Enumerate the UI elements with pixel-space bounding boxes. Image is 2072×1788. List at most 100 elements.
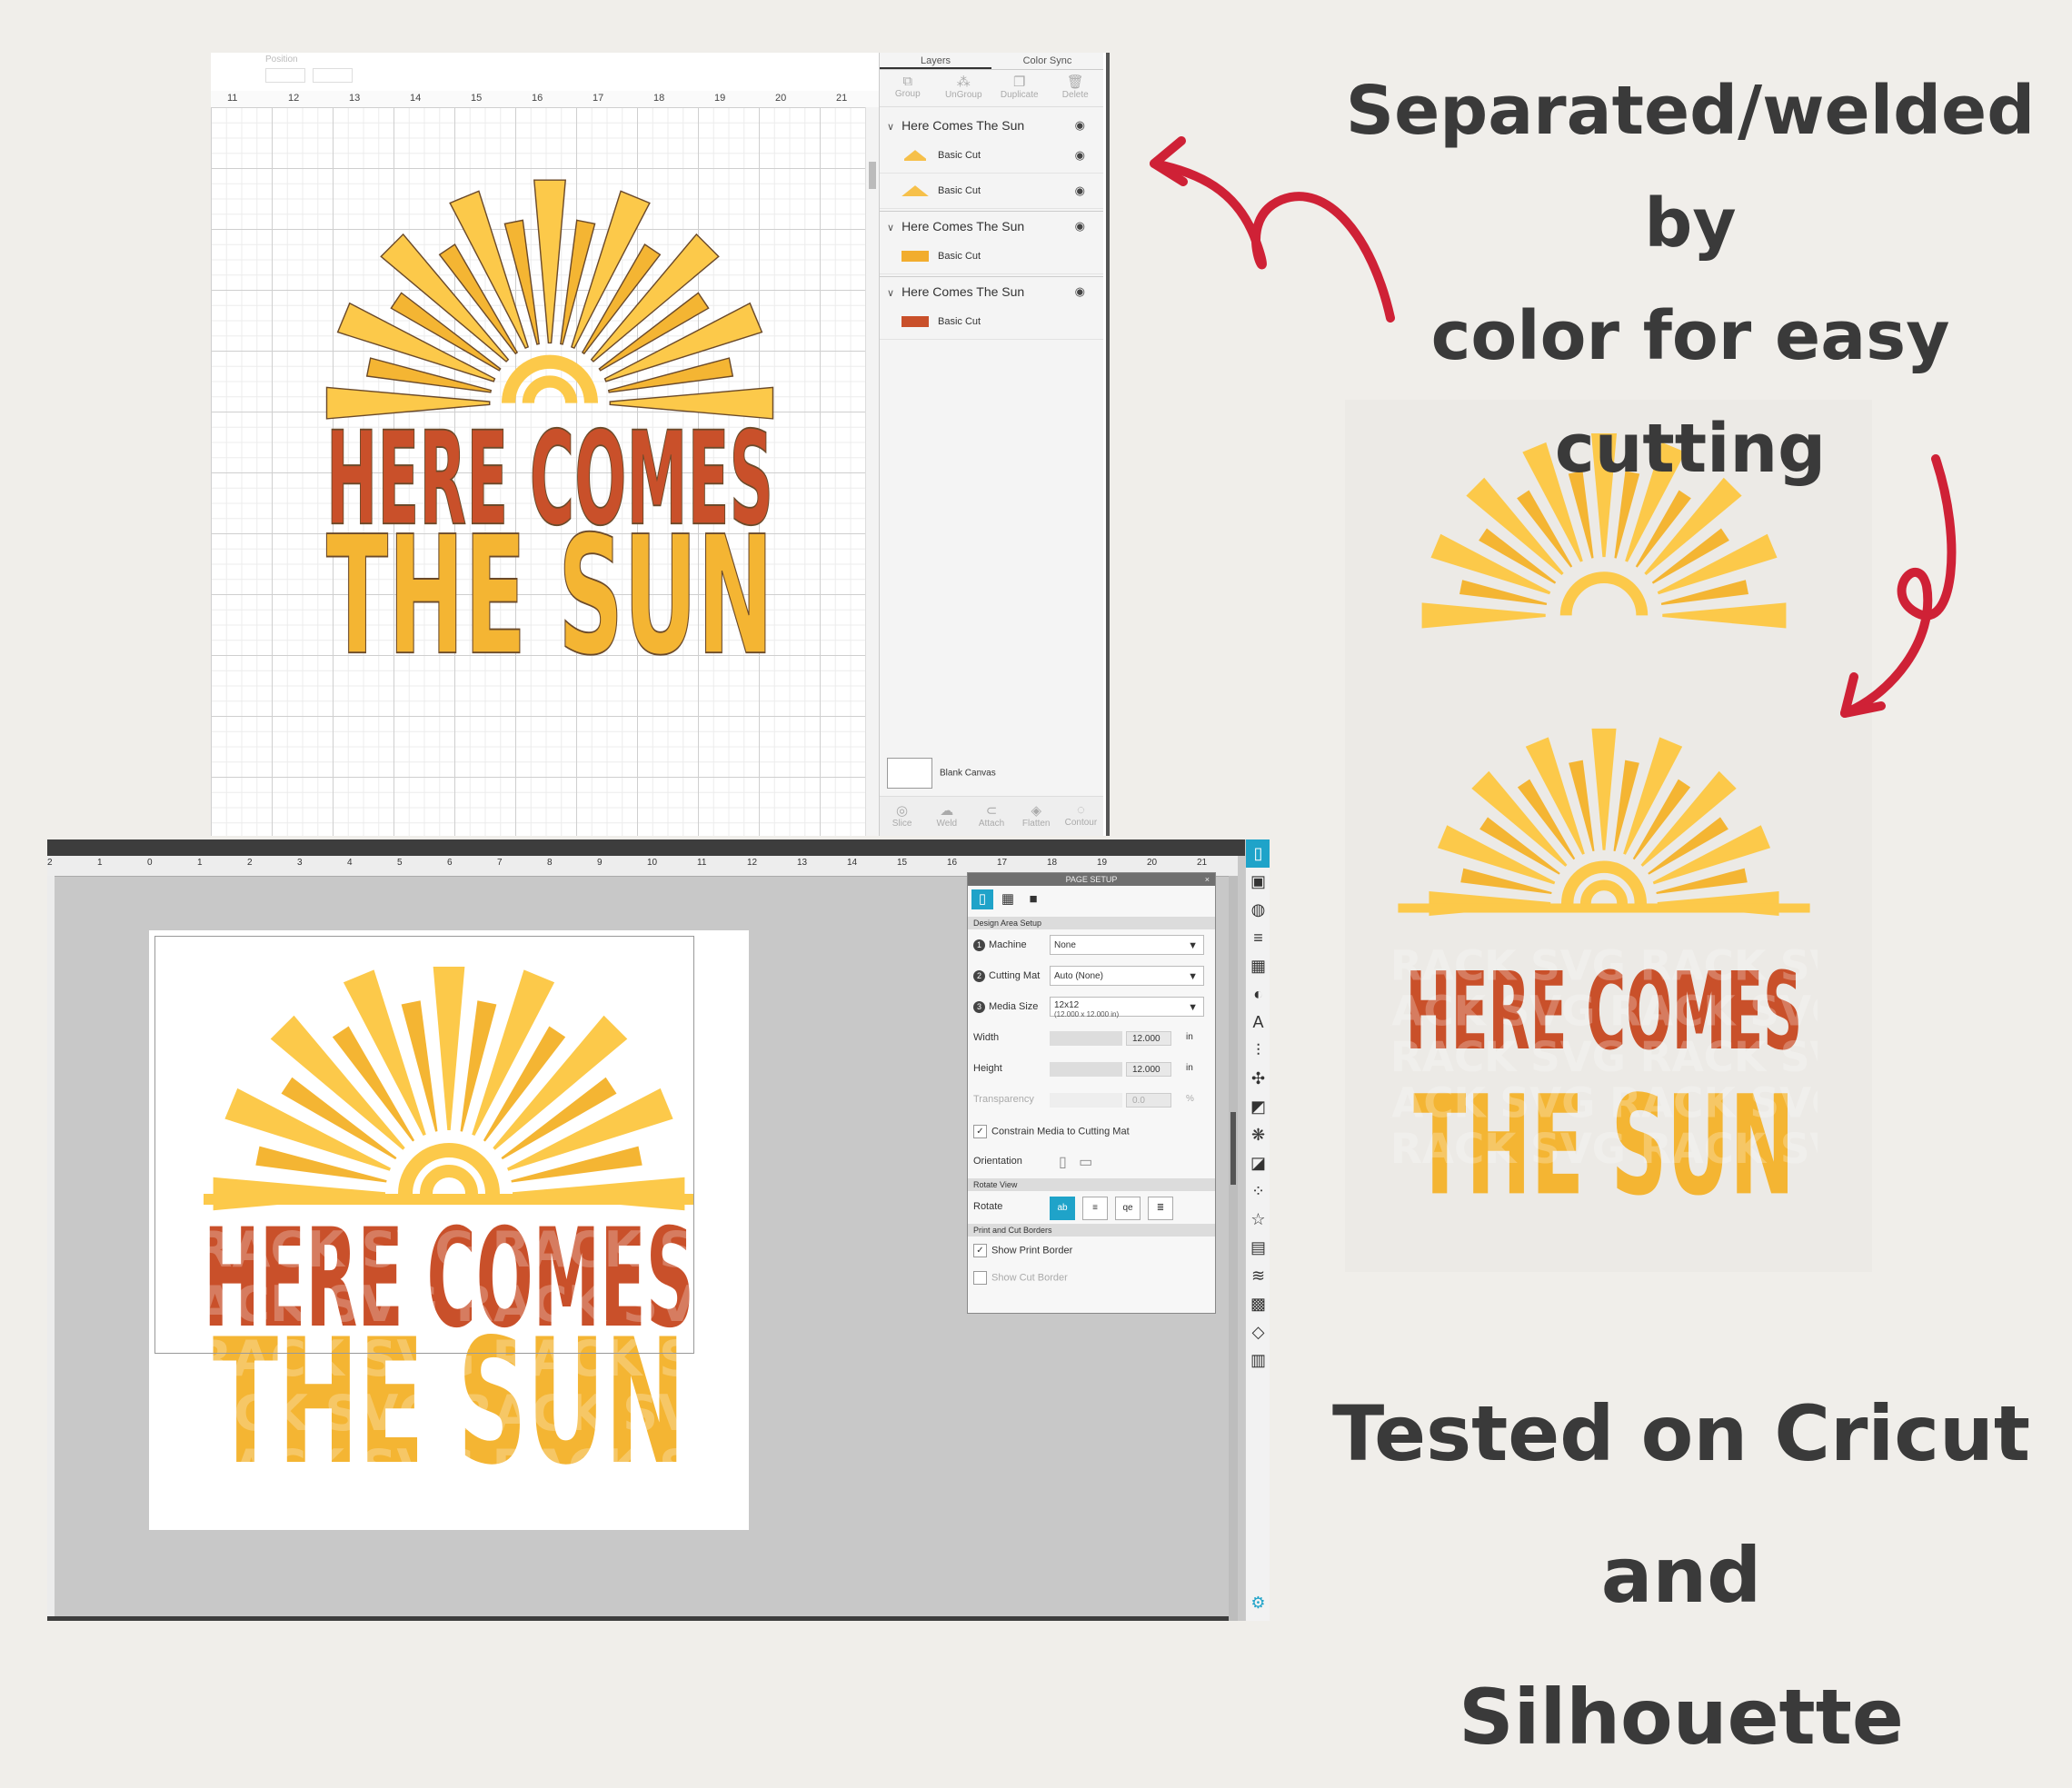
transparency-slider[interactable] bbox=[1050, 1093, 1122, 1108]
constrain-row: ✓ Constrain Media to Cutting Mat bbox=[968, 1115, 1215, 1146]
preview-separated-design: HERE COMESTHE SUNRACK SVG RACK SVG RACK … bbox=[1390, 728, 1818, 1226]
cricut-vertical-scrollbar[interactable] bbox=[865, 107, 879, 836]
3d-icon[interactable]: ◇ bbox=[1246, 1318, 1270, 1346]
layer-group[interactable]: ∨ Here Comes The Sun ◉ bbox=[880, 214, 1103, 239]
scroll-thumb[interactable] bbox=[869, 162, 876, 189]
image-icon[interactable]: ▣ bbox=[1246, 868, 1270, 896]
background-tab-icon[interactable]: ■ bbox=[1022, 889, 1044, 909]
sketch-icon[interactable]: ≋ bbox=[1246, 1262, 1270, 1290]
nest-icon[interactable]: ▩ bbox=[1246, 1290, 1270, 1318]
rotate-90-button[interactable]: ≡ bbox=[1082, 1197, 1108, 1220]
text-icon[interactable]: A bbox=[1246, 1008, 1270, 1037]
modify-icon[interactable]: ◩ bbox=[1246, 1093, 1270, 1121]
page-tab-icon[interactable]: ▯ bbox=[971, 889, 993, 909]
width-slider[interactable] bbox=[1050, 1031, 1122, 1046]
slice-button[interactable]: ◎ Slice bbox=[880, 797, 924, 836]
chevron-down-icon[interactable]: ∨ bbox=[887, 122, 894, 133]
sun-arc bbox=[1559, 571, 1649, 616]
page-setup-tabs: ▯ ▦ ■ bbox=[968, 886, 1215, 915]
transparency-row: Transparency 0.0% bbox=[968, 1084, 1215, 1115]
height-input[interactable]: 12.000 bbox=[1126, 1062, 1171, 1077]
align-icon[interactable]: ⫶ bbox=[1246, 1037, 1270, 1065]
tab-layers[interactable]: Layers bbox=[880, 53, 991, 69]
print-border-row: ✓ Show Print Border bbox=[968, 1237, 1215, 1264]
cut-border-row: Show Cut Border bbox=[968, 1264, 1215, 1291]
eye-icon[interactable]: ◉ bbox=[1075, 113, 1085, 138]
width-input[interactable]: 12.000 bbox=[1126, 1031, 1171, 1046]
landscape-icon[interactable]: ▭ bbox=[1079, 1155, 1092, 1170]
gear-icon[interactable]: ⚙ bbox=[1246, 1589, 1270, 1617]
offset-icon[interactable]: ◪ bbox=[1246, 1149, 1270, 1177]
sun-arc bbox=[1579, 879, 1629, 904]
ruler-tick: 10 bbox=[647, 858, 658, 868]
position-x-input[interactable] bbox=[265, 68, 305, 83]
trace-icon[interactable]: ⁘ bbox=[1246, 1177, 1270, 1206]
palette-icon[interactable]: ◍ bbox=[1246, 896, 1270, 924]
media-size-row: 3 Media Size 12x12 (12.000 x 12.000 in) ▼ bbox=[968, 991, 1215, 1022]
ruler-tick: 16 bbox=[532, 93, 543, 104]
contour-button[interactable]: ◌ Contour bbox=[1059, 797, 1103, 836]
watermark-text: RACK SVG RACK SVG RACK SVG bbox=[1390, 1033, 1818, 1081]
media-size-select[interactable]: 12x12 (12.000 x 12.000 in) ▼ bbox=[1050, 997, 1204, 1018]
cricut-screenshot: Position 11 12 13 14 15 16 17 18 19 20 21 HERE COM… bbox=[211, 53, 1110, 836]
star-icon[interactable]: ☆ bbox=[1246, 1206, 1270, 1234]
transform-icon[interactable]: ✣ bbox=[1246, 1065, 1270, 1093]
eye-icon[interactable]: ◉ bbox=[1075, 279, 1085, 304]
attach-button[interactable]: ⊂ Attach bbox=[969, 797, 1013, 836]
eye-icon[interactable]: ◉ bbox=[1075, 174, 1085, 208]
rotate-0-button[interactable]: ab bbox=[1050, 1197, 1075, 1220]
eye-icon[interactable]: ◉ bbox=[1075, 138, 1085, 173]
print-border-checkbox[interactable]: ✓ bbox=[973, 1244, 987, 1257]
rotate-270-button[interactable]: ≣ bbox=[1148, 1197, 1173, 1220]
flatten-button[interactable]: ◈ Flatten bbox=[1014, 797, 1059, 836]
layer-group[interactable]: ∨ Here Comes The Sun ◉ bbox=[880, 279, 1103, 304]
contrast-icon[interactable]: ◐ bbox=[1246, 980, 1270, 1008]
height-slider[interactable] bbox=[1050, 1062, 1122, 1077]
constrain-checkbox[interactable]: ✓ bbox=[973, 1125, 987, 1138]
tab-color-sync[interactable]: Color Sync bbox=[991, 53, 1103, 69]
line-style-icon[interactable]: ≡ bbox=[1246, 924, 1270, 952]
layers-icon[interactable]: ▤ bbox=[1246, 1234, 1270, 1262]
eye-icon[interactable]: ◉ bbox=[1075, 214, 1085, 239]
replicate-icon[interactable]: ❋ bbox=[1246, 1121, 1270, 1149]
close-icon[interactable]: × bbox=[1205, 873, 1210, 886]
sun-ray bbox=[1613, 760, 1639, 852]
silhouette-vertical-scrollbar[interactable] bbox=[1229, 876, 1238, 1621]
layer-item[interactable]: Basic Cut ◉ bbox=[880, 138, 1103, 174]
machine-select[interactable]: None ▼ bbox=[1050, 935, 1204, 955]
weld-button[interactable]: ☁ Weld bbox=[924, 797, 969, 836]
transparency-input[interactable]: 0.0 bbox=[1126, 1093, 1171, 1108]
duplicate-button[interactable]: ❐ Duplicate bbox=[991, 70, 1048, 106]
cutting-mat-row: 2 Cutting Mat Auto (None) ▼ bbox=[968, 960, 1215, 991]
delete-button[interactable]: 🗑 Delete bbox=[1048, 70, 1104, 106]
page-setup-icon[interactable]: ▯ bbox=[1246, 839, 1270, 868]
layer-group[interactable]: ∨ Here Comes The Sun ◉ bbox=[880, 113, 1103, 138]
group-button[interactable]: ⧉ Group bbox=[880, 70, 936, 106]
cutting-mat-select[interactable]: Auto (None) ▼ bbox=[1050, 966, 1204, 986]
ungroup-button[interactable]: ⁂ UnGroup bbox=[936, 70, 992, 106]
chevron-down-icon[interactable]: ∨ bbox=[887, 288, 894, 299]
cut-border-checkbox[interactable] bbox=[973, 1271, 987, 1285]
ruler-tick: 21 bbox=[836, 93, 848, 104]
portrait-icon[interactable]: ▯ bbox=[1059, 1155, 1067, 1170]
grid-icon[interactable]: ▥ bbox=[1246, 1346, 1270, 1375]
sunburst bbox=[1398, 728, 1810, 916]
fill-icon[interactable]: ▦ bbox=[1246, 952, 1270, 980]
constrain-label: Constrain Media to Cutting Mat bbox=[991, 1126, 1130, 1137]
position-y-input[interactable] bbox=[313, 68, 353, 83]
layer-item[interactable]: Basic Cut ◉ bbox=[880, 174, 1103, 209]
grid-tab-icon[interactable]: ▦ bbox=[997, 889, 1019, 909]
ruler-tick: 1 bbox=[97, 858, 103, 868]
cricut-design[interactable]: HERE COMESTHE SUN bbox=[309, 178, 791, 714]
canvas-swatch[interactable] bbox=[887, 758, 932, 789]
rotate-180-button[interactable]: qe bbox=[1115, 1197, 1141, 1220]
cricut-canvas-grid[interactable]: HERE COMES THE SUN bbox=[211, 107, 865, 836]
ruler-tick: 15 bbox=[471, 93, 483, 104]
layer-item[interactable]: Basic Cut bbox=[880, 304, 1103, 340]
blank-canvas-row[interactable]: Blank Canvas bbox=[887, 758, 996, 789]
scroll-thumb[interactable] bbox=[1230, 1112, 1236, 1185]
step-2-badge: 2 bbox=[973, 970, 985, 982]
ruler-tick: 17 bbox=[997, 858, 1008, 868]
chevron-down-icon[interactable]: ∨ bbox=[887, 223, 894, 233]
layer-item[interactable]: Basic Cut bbox=[880, 239, 1103, 274]
